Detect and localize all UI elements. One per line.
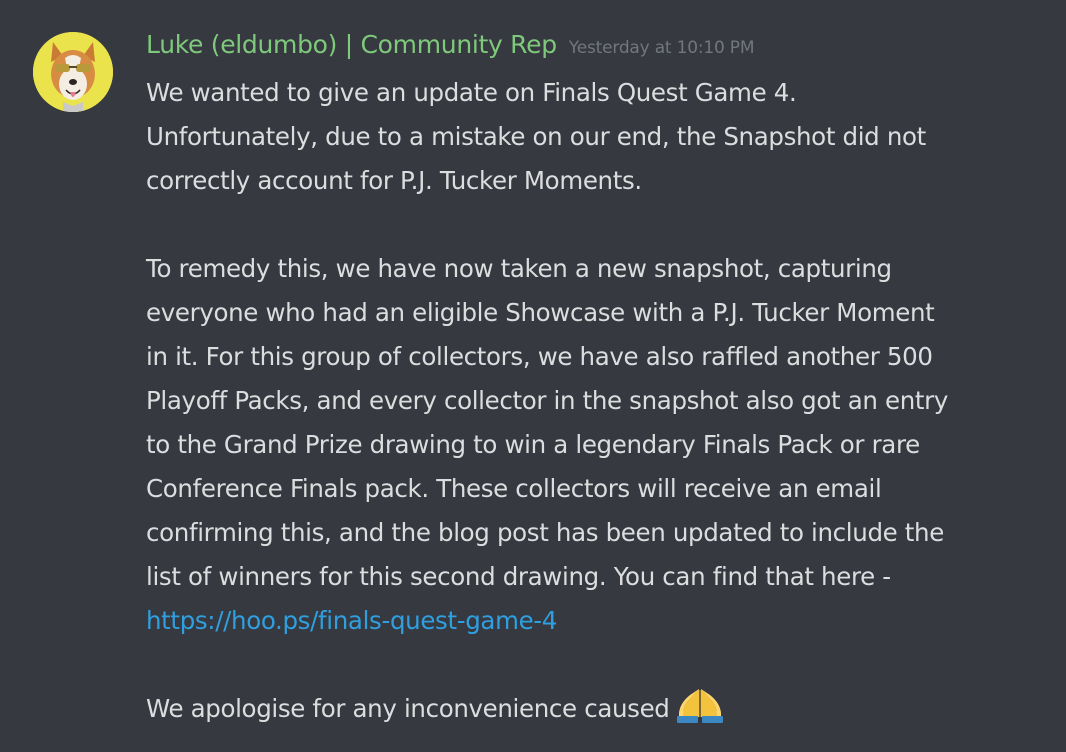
message-line: confirming this, and the blog post has b… bbox=[146, 518, 944, 547]
link-line: https://hoo.ps/finals-quest-game-4 bbox=[146, 599, 1051, 643]
message-content: We wanted to give an update on Finals Qu… bbox=[146, 71, 1051, 731]
message-line: Unfortunately, due to a mistake on our e… bbox=[146, 122, 926, 151]
message-header: Luke (eldumbo) | Community Rep Yesterday… bbox=[146, 30, 754, 66]
closing-line: We apologise for any inconvenience cause… bbox=[146, 687, 1051, 731]
folded-hands-emoji-icon bbox=[676, 687, 724, 723]
message-line: We wanted to give an update on Finals Qu… bbox=[146, 78, 797, 107]
message-line: to the Grand Prize drawing to win a lege… bbox=[146, 430, 920, 459]
message-timestamp[interactable]: Yesterday at 10:10 PM bbox=[569, 38, 755, 58]
message-line: correctly account for P.J. Tucker Moment… bbox=[146, 166, 642, 195]
author-username[interactable]: Luke (eldumbo) | Community Rep bbox=[146, 30, 557, 59]
message-line: To remedy this, we have now taken a new … bbox=[146, 254, 892, 283]
message-line: everyone who had an eligible Showcase wi… bbox=[146, 298, 935, 327]
message-line: list of winners for this second drawing.… bbox=[146, 562, 891, 591]
message-line: Conference Finals pack. These collectors… bbox=[146, 474, 882, 503]
chat-message: Luke (eldumbo) | Community Rep Yesterday… bbox=[0, 0, 1066, 752]
blog-post-link[interactable]: https://hoo.ps/finals-quest-game-4 bbox=[146, 606, 557, 635]
message-line: in it. For this group of collectors, we … bbox=[146, 342, 933, 371]
message-line: Playoff Packs, and every collector in th… bbox=[146, 386, 949, 415]
closing-text: We apologise for any inconvenience cause… bbox=[146, 694, 670, 723]
dog-avatar-icon[interactable] bbox=[33, 32, 113, 112]
